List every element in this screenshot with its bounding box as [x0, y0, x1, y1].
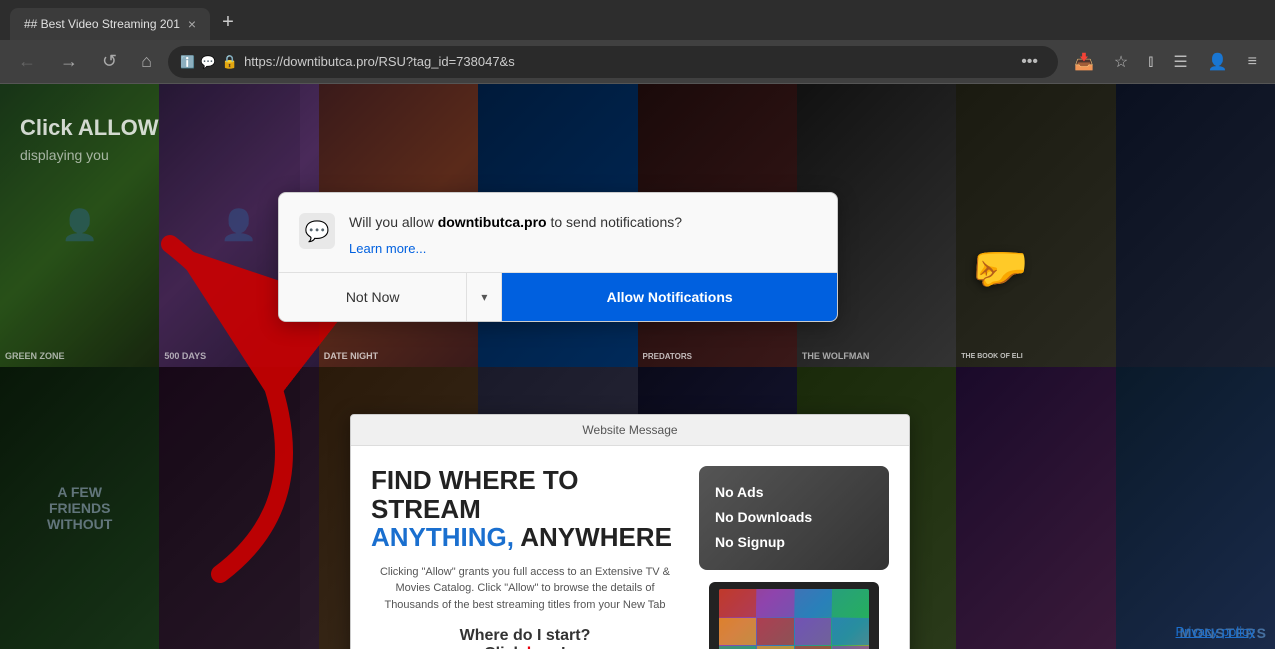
- notif-body: 💬 Will you allow downtibutca.pro to send…: [279, 193, 837, 272]
- menu-button[interactable]: ≡: [1240, 49, 1265, 75]
- browser-window: ## Best Video Streaming 201 × + ← → ↺ ⌂ …: [0, 0, 1275, 649]
- reader-button[interactable]: ☰: [1165, 48, 1195, 76]
- ws-badge: No Ads No Downloads No Signup: [699, 466, 889, 570]
- reload-button[interactable]: ↺: [94, 47, 125, 76]
- ws-cta: Where do I start? Click here!: [371, 627, 679, 649]
- url-display: https://downtibutca.pro/RSU?tag_id=73804…: [244, 54, 1007, 69]
- notif-dropdown-button[interactable]: ▾: [467, 273, 502, 321]
- new-tab-button[interactable]: +: [210, 5, 246, 40]
- toolbar-icons: 📥 ☆ ⫾ ☰ 👤 ≡: [1066, 48, 1265, 76]
- allow-notifications-button[interactable]: Allow Notifications: [502, 273, 837, 321]
- ws-laptop-container: [694, 582, 894, 649]
- info-icon: ℹ️: [180, 55, 195, 69]
- library-button[interactable]: ⫾: [1140, 49, 1161, 75]
- message-icon: 💬: [305, 219, 330, 244]
- ws-body-text: Clicking "Allow" grants you full access …: [371, 564, 679, 614]
- active-tab[interactable]: ## Best Video Streaming 201 ×: [10, 8, 210, 40]
- notif-icon: 💬: [299, 213, 335, 249]
- notification-popup: 💬 Will you allow downtibutca.pro to send…: [278, 192, 838, 322]
- secure-icon: 🔒: [222, 54, 238, 70]
- displaying-text: displaying you: [20, 147, 280, 163]
- tab-title: ## Best Video Streaming 201: [24, 17, 180, 31]
- bg-overlay-text: Click ALLOW displaying you: [0, 84, 300, 649]
- ws-content: FIND WHERE TO STREAM ANYTHING, ANYWHERE …: [351, 446, 909, 649]
- website-message-popup: Website Message FIND WHERE TO STREAM ANY…: [350, 414, 910, 649]
- address-bar-input[interactable]: ℹ️ 💬 🔒 https://downtibutca.pro/RSU?tag_i…: [168, 46, 1058, 78]
- click-allow-text: Click ALLOW: [20, 114, 280, 143]
- learn-more-link[interactable]: Learn more...: [349, 241, 817, 256]
- hand-pointer: 🤜: [970, 239, 1030, 296]
- notif-actions: Not Now ▾ Allow Notifications: [279, 272, 837, 321]
- bookmark-button[interactable]: ☆: [1106, 48, 1136, 76]
- poster-r2-7: [956, 367, 1115, 649]
- forward-button[interactable]: →: [52, 47, 86, 76]
- ws-header: Website Message: [351, 415, 909, 446]
- more-button[interactable]: •••: [1013, 49, 1046, 75]
- notif-text: Will you allow downtibutca.pro to send n…: [349, 213, 817, 256]
- ws-cta-link[interactable]: here: [527, 645, 561, 649]
- back-button[interactable]: ←: [10, 47, 44, 76]
- ws-laptop: [709, 582, 879, 649]
- pocket-button[interactable]: 📥: [1066, 48, 1102, 76]
- ws-right: No Ads No Downloads No Signup: [699, 466, 889, 649]
- account-button[interactable]: 👤: [1200, 48, 1236, 76]
- address-bar: ← → ↺ ⌂ ℹ️ 💬 🔒 https://downtibutca.pro/R…: [0, 40, 1275, 84]
- poster-monsters: MONSTERS: [1116, 367, 1275, 649]
- privacy-policy-link[interactable]: Privacy policy: [1176, 624, 1255, 639]
- ws-left: FIND WHERE TO STREAM ANYTHING, ANYWHERE …: [371, 466, 679, 649]
- poster-8: [1116, 84, 1275, 367]
- not-now-button[interactable]: Not Now: [279, 273, 467, 321]
- poster-eli: THE BOOK OF ELI: [956, 84, 1115, 367]
- chat-icon: 💬: [201, 55, 216, 69]
- tab-bar: ## Best Video Streaming 201 × +: [0, 0, 1275, 40]
- ws-screen: [719, 589, 869, 649]
- tab-close-button[interactable]: ×: [188, 16, 196, 32]
- ws-headline: FIND WHERE TO STREAM ANYTHING, ANYWHERE: [371, 466, 679, 552]
- content-area: 👤 GREEN ZONE 👤 500 DAYS 🎭 DATE NIGHT TRO…: [0, 84, 1275, 649]
- home-button[interactable]: ⌂: [133, 47, 160, 76]
- notif-question: Will you allow downtibutca.pro to send n…: [349, 213, 817, 233]
